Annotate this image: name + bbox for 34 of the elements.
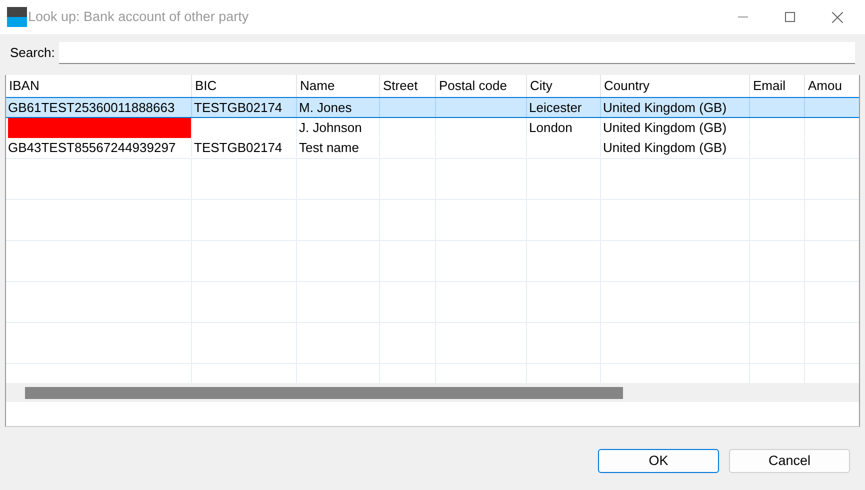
window-title: Look up: Bank account of other party bbox=[28, 8, 249, 26]
table-cell-text: TESTGB02174 bbox=[194, 98, 282, 117]
scrollbar-thumb[interactable] bbox=[25, 386, 623, 398]
column-header[interactable]: IBAN bbox=[9, 76, 40, 96]
table-row[interactable]: GB61TEST25360011888663 TESTGB02174 M. Jones Leicester United Kingdom (GB) bbox=[6, 97, 859, 118]
dialog-button[interactable]: Cancel bbox=[729, 449, 850, 473]
column-header[interactable]: City bbox=[530, 76, 552, 96]
search-field[interactable] bbox=[58, 42, 855, 64]
column-header[interactable]: Country bbox=[604, 76, 650, 96]
table-cell-text: M. Jones bbox=[299, 98, 352, 117]
table-cell-text: Test name bbox=[299, 138, 359, 157]
table-row[interactable]: GB43TEST85567244939297 TESTGB02174 Test name United Kingdom (GB) bbox=[6, 138, 859, 158]
search-label: Search: bbox=[10, 44, 55, 62]
column-header[interactable]: Amou bbox=[808, 76, 842, 96]
dialog-button[interactable]: OK bbox=[598, 449, 719, 473]
horizontal-scrollbar[interactable] bbox=[6, 383, 859, 402]
table-cell-text: United Kingdom (GB) bbox=[603, 138, 727, 157]
table-cell-text: London bbox=[529, 118, 572, 137]
table-cell-text: GB43TEST85567244939297 bbox=[8, 138, 176, 157]
close-icon[interactable] bbox=[832, 12, 843, 22]
table-cell-text: United Kingdom (GB) bbox=[603, 98, 727, 117]
table-cell-text: GB61TEST25360011888663 bbox=[8, 98, 175, 117]
maximize-icon[interactable] bbox=[785, 12, 795, 22]
column-header[interactable]: BIC bbox=[195, 76, 217, 96]
table-cell-text: Leicester bbox=[529, 98, 582, 117]
table-cell-text: TESTGB02174 bbox=[194, 138, 282, 157]
table-cell-text: J. Johnson bbox=[299, 118, 362, 137]
column-header[interactable]: Name bbox=[300, 76, 335, 96]
table-cell-text: United Kingdom (GB) bbox=[603, 118, 727, 137]
app-icon bbox=[7, 7, 27, 27]
column-header[interactable]: Postal code bbox=[439, 76, 507, 96]
column-header[interactable]: Email bbox=[753, 76, 786, 96]
column-header[interactable]: Street bbox=[383, 76, 418, 96]
table-row[interactable]: J. Johnson London United Kingdom (GB) bbox=[6, 118, 859, 138]
